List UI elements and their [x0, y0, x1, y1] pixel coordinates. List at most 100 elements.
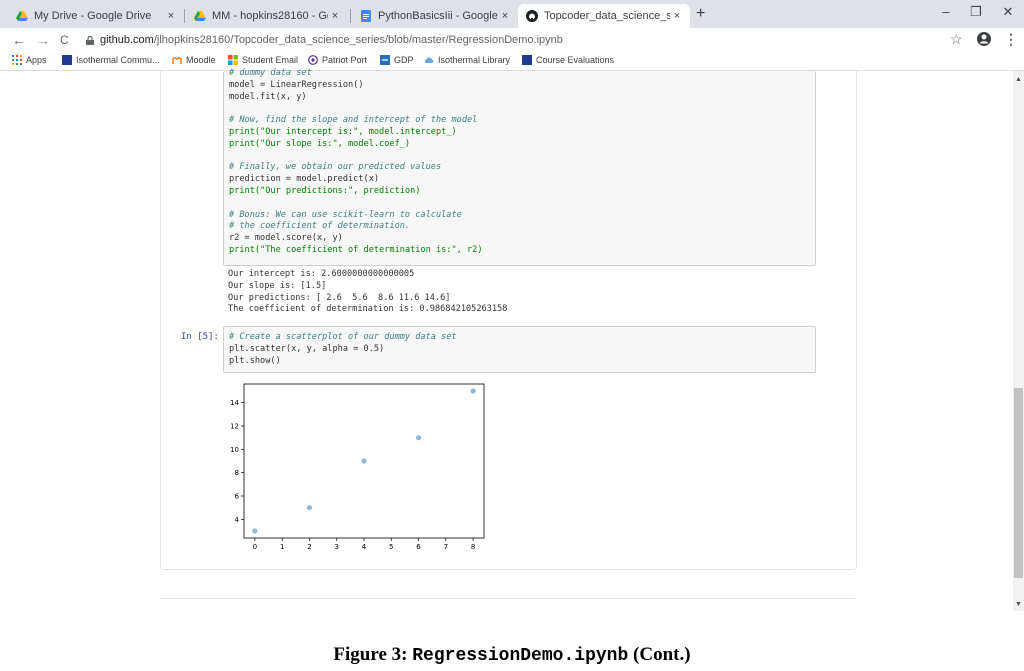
code-cell-4-text: # dummy data set model = LinearRegressio…: [229, 68, 483, 257]
github-icon: [526, 10, 538, 22]
page-divider: [160, 598, 855, 599]
patriot-icon: [308, 55, 318, 65]
tab-separator: [350, 9, 351, 23]
new-tab-button[interactable]: +: [696, 5, 705, 23]
bookmark-label: Student Email: [242, 55, 299, 65]
x-tick-label: 4: [362, 543, 367, 551]
y-tick-label: 4: [235, 516, 240, 524]
code-line: model.fit(x, y): [229, 91, 307, 102]
bookmark-star-icon[interactable]: ☆: [950, 31, 963, 48]
apps-grid-icon: [12, 55, 22, 65]
scroll-down-arrow[interactable]: ▼: [1013, 601, 1024, 608]
code-line: print("Our slope is:", model.coef_): [229, 138, 411, 149]
isothermal-icon: [62, 55, 72, 65]
reload-button[interactable]: C: [60, 33, 69, 47]
bookmarks-bar: Apps Isothermal Commu... Moodle Student …: [0, 52, 1024, 71]
google-docs-icon: [361, 10, 371, 22]
code-line: # Now, find the slope and intercept of t…: [229, 115, 478, 126]
cell-4-output: Our intercept is: 2.6000000000000005 Our…: [228, 269, 507, 316]
code-line: print("Our intercept is:", model.interce…: [229, 126, 457, 137]
tab-python-docs[interactable]: PythonBasicsIii - Google Docs ×: [352, 4, 518, 28]
y-axis-ticks: 4 6 8 10 12 14: [230, 399, 244, 524]
bookmark-apps[interactable]: Apps: [12, 55, 47, 65]
window-close-button[interactable]: ✕: [988, 4, 1024, 20]
back-button[interactable]: ←: [12, 32, 26, 48]
tab-topcoder-github[interactable]: Topcoder_data_science_series/Re ×: [518, 4, 690, 28]
y-tick-label: 6: [235, 493, 240, 501]
code-line: prediction = model.predict(x): [229, 174, 380, 185]
scatter-point: [415, 435, 422, 441]
scroll-up-arrow[interactable]: ▲: [1013, 76, 1024, 83]
y-tick-label: 14: [230, 399, 239, 407]
chrome-menu-icon[interactable]: ⋮: [1004, 31, 1018, 48]
bookmark-isothermal-library[interactable]: Isothermal Library: [424, 55, 510, 65]
code-line: plt.show(): [229, 355, 281, 366]
code-line: plt.scatter(x, y, alpha = 0.5): [229, 343, 385, 354]
tab-close-icon[interactable]: ×: [328, 10, 342, 22]
bookmark-patriot-port[interactable]: Patriot Port: [308, 55, 367, 65]
tab-close-icon[interactable]: ×: [164, 10, 178, 22]
code-cell-5-text: # Create a scatterplot of our dummy data…: [229, 332, 457, 367]
caption-suffix: (Cont.): [628, 644, 691, 665]
tab-my-drive[interactable]: My Drive - Google Drive ×: [8, 4, 184, 28]
output-line: Our slope is: [1.5]: [228, 280, 327, 291]
tab-mm-hopkins[interactable]: MM - hopkins28160 - Google D ×: [186, 4, 348, 28]
bookmark-course-evaluations[interactable]: Course Evaluations: [522, 55, 614, 65]
cloud-icon: [424, 57, 434, 63]
y-tick-label: 12: [230, 423, 239, 431]
output-line: Our predictions: [ 2.6 5.6 8.6 11.6 14.6…: [228, 292, 451, 303]
bookmark-moodle[interactable]: Moodle: [172, 55, 216, 65]
url-host: github.com: [100, 34, 154, 46]
x-tick-label: 1: [280, 543, 284, 551]
bookmark-isothermal-commu[interactable]: Isothermal Commu...: [62, 55, 160, 65]
tab-close-icon[interactable]: ×: [670, 10, 684, 22]
forward-button[interactable]: →: [36, 32, 50, 48]
bookmark-label: Apps: [26, 55, 47, 65]
microsoft-icon: [228, 55, 238, 65]
code-line: print("The coefficient of determination …: [229, 244, 483, 255]
bookmark-label: Isothermal Commu...: [76, 55, 160, 65]
address-bar[interactable]: github.com/jlhopkins28160/Topcoder_data_…: [86, 31, 966, 49]
code-line: # the coefficient of determination.: [229, 221, 411, 232]
profile-avatar-icon[interactable]: [976, 31, 992, 47]
scrollbar-thumb[interactable]: [1014, 388, 1023, 578]
figure-caption: Figure 3: RegressionDemo.ipynb (Cont.): [0, 644, 1024, 666]
bookmark-label: Moodle: [186, 55, 216, 65]
caption-filename: RegressionDemo.ipynb: [412, 646, 629, 666]
square-icon: [522, 55, 532, 65]
code-line: # dummy data set: [229, 68, 312, 78]
scatter-point: [252, 528, 258, 534]
code-line: # Finally, we obtain our predicted value…: [229, 162, 442, 173]
bookmark-label: Course Evaluations: [536, 55, 615, 65]
output-line: Our intercept is: 2.6000000000000005: [228, 269, 415, 279]
code-line: print("Our predictions:", prediction): [229, 185, 421, 196]
gdp-icon: [380, 55, 390, 65]
y-tick-label: 10: [230, 446, 239, 454]
x-axis-ticks: 0 1 2 3 4 5 6 7 8: [253, 538, 475, 551]
url-path: /jlhopkins28160/Topcoder_data_science_se…: [153, 34, 563, 46]
tab-separator: [184, 9, 185, 23]
bookmark-label: Patriot Port: [322, 55, 368, 65]
x-tick-label: 6: [416, 543, 421, 551]
bookmark-label: GDP: [394, 55, 414, 65]
caption-prefix: Figure 3:: [333, 644, 413, 665]
scatter-point: [306, 505, 313, 511]
lock-icon: [86, 35, 94, 45]
google-drive-icon: [194, 11, 206, 21]
bookmark-student-email[interactable]: Student Email: [228, 55, 298, 65]
x-tick-label: 7: [444, 543, 448, 551]
x-tick-label: 2: [307, 543, 311, 551]
tab-close-icon[interactable]: ×: [498, 10, 512, 22]
bookmark-label: Isothermal Library: [438, 55, 511, 65]
tab-title: My Drive - Google Drive: [34, 10, 152, 22]
tab-title: Topcoder_data_science_series/Re: [544, 10, 670, 22]
x-tick-label: 3: [334, 543, 338, 551]
bookmark-gdp[interactable]: GDP: [380, 55, 414, 65]
cell-5-prompt: In [5]:: [181, 332, 219, 342]
output-line: The coefficient of determination is: 0.9…: [228, 304, 508, 315]
code-line: # Bonus: We can use scikit-learn to calc…: [229, 209, 462, 220]
tab-title: PythonBasicsIii - Google Docs: [378, 10, 498, 22]
code-line: r2 = model.score(x, y): [229, 233, 343, 244]
code-line: model = LinearRegression(): [229, 79, 364, 90]
tab-title: MM - hopkins28160 - Google D: [212, 10, 328, 22]
